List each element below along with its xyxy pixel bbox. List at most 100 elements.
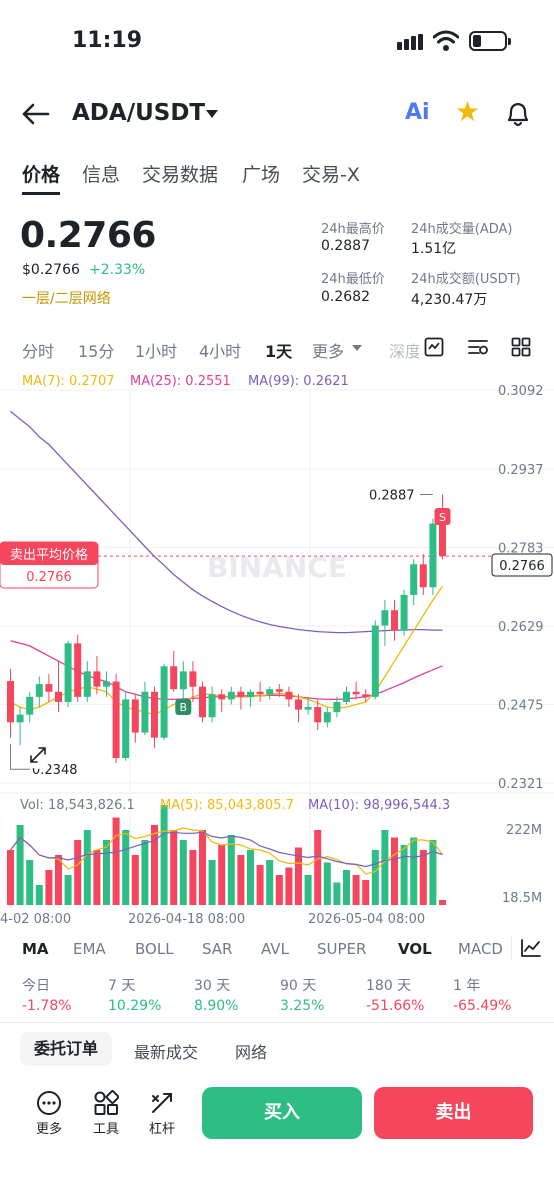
volume-bar [343,870,350,905]
candle-body [266,689,274,695]
tools-icon [94,1090,119,1115]
pair-dropdown-icon[interactable] [206,110,218,118]
x-label-3: 2026-05-04 08:00 [308,912,425,927]
interval-1d[interactable]: 1天 [265,338,292,362]
perf-value-1y: -65.49% [453,998,512,1014]
tab-trading-data[interactable]: 交易数据 [142,160,218,187]
volume-legend: Vol: 18,543,826.1 [20,798,135,813]
price-axis-label: 0.2321 [498,777,544,792]
tab-latest-trades[interactable]: 最新成交 [134,1039,198,1063]
volume-bar [131,855,139,905]
perf-label-1y: 1 年 [453,978,481,994]
indicator-ema[interactable]: EMA [73,940,106,958]
interval-4h[interactable]: 4小时 [199,338,241,362]
favorite-star-icon[interactable]: ★ [455,98,480,126]
candle-body [141,691,149,733]
pair-title[interactable]: ADA/USDT [72,100,205,126]
candle-body [103,681,110,687]
candle-body [275,689,283,692]
candle-body [151,691,158,738]
tab-square[interactable]: 广场 [242,160,280,187]
volume-bars [7,805,446,905]
ma7-legend: MA(7): 0.2707 [22,374,115,389]
tools-tool-label: 工具 [92,1122,119,1137]
interval-time[interactable]: 分时 [22,338,54,362]
candle-body [256,691,264,695]
chart-style-icon[interactable] [424,337,444,357]
volume-bar [112,817,120,905]
tab-trade-x[interactable]: 交易-X [302,160,360,187]
volume-bar [93,850,101,905]
sell-marker-label: S [439,511,446,524]
indicator-super[interactable]: SUPER [317,940,366,958]
tab-network[interactable]: 网络 [235,1039,267,1063]
tab-price[interactable]: 价格 [22,160,60,187]
volume-bar [35,885,43,905]
candle-body [237,691,245,697]
buy-button[interactable]: 买入 [202,1087,362,1139]
expand-icon[interactable] [24,741,52,769]
candle-body [391,610,398,631]
network-tag[interactable]: 一层/二层网络 [22,288,111,308]
perf-value-7d: 10.29% [108,998,162,1014]
volume-bar [439,900,446,905]
grid-layout-icon[interactable] [511,337,531,357]
change-percent: +2.33% [89,262,146,278]
indicator-avl[interactable]: AVL [261,940,289,958]
interval-more[interactable]: 更多 [312,338,344,362]
candle-body [26,696,34,715]
perf-value-30d: 8.90% [194,998,239,1014]
back-arrow-icon[interactable] [22,102,50,126]
wifi-icon [433,30,459,51]
candle-body [419,564,427,588]
volume-bar [141,840,149,905]
price-axis-label: 0.2475 [498,699,544,714]
candle-body [112,681,120,759]
ma99-legend: MA(99): 0.2621 [248,374,349,389]
signal-icon [397,34,423,50]
candle-body [400,594,408,631]
leverage-icon [152,1093,172,1113]
ai-icon[interactable]: Ai [405,100,430,125]
volume-bar [275,875,283,905]
volume-bar [74,840,82,905]
indicator-sar[interactable]: SAR [202,940,232,958]
current-price-value: 0.2766 [499,559,545,574]
indicator-boll[interactable]: BOLL [135,940,174,958]
volume-bar [122,830,130,905]
perf-label-90d: 90 天 [280,978,317,994]
candle-body [55,691,62,702]
candle-body [343,691,350,702]
indicator-macd[interactable]: MACD [458,940,506,958]
interval-depth[interactable]: 深度 [389,338,419,362]
indicator-settings-icon[interactable] [467,337,489,357]
volume-bar [208,860,216,905]
volume-bar [160,805,168,905]
tab-open-orders[interactable]: 委托订单 [20,1032,112,1066]
volume-bar [218,845,226,905]
stat-low-value: 0.2682 [321,289,370,305]
perf-value-today: -1.78% [22,998,72,1014]
price-axis: 0.30920.29370.27830.26290.24750.2321 [498,384,544,792]
bell-icon[interactable] [505,100,531,128]
indicator-chart-icon[interactable] [520,938,542,958]
leverage-tool[interactable]: 杠杆 [142,1090,182,1137]
tab-info[interactable]: 信息 [82,160,120,187]
leverage-tool-label: 杠杆 [148,1122,175,1137]
tools-tool[interactable]: 工具 [86,1090,126,1137]
interval-15m[interactable]: 15分 [78,338,114,362]
sell-button[interactable]: 卖出 [374,1087,533,1139]
more-tool[interactable]: 更多 [29,1090,69,1137]
indicator-ma[interactable]: MA [22,940,49,958]
indicator-vol[interactable]: VOL [398,940,432,958]
candle-body [131,699,139,733]
volume-bar [333,882,341,905]
volume-bar [391,837,398,905]
volume-bar [227,835,235,905]
candle-body [45,684,53,692]
candle-body [160,666,168,738]
volume-bar [352,875,360,905]
kline-chart[interactable]: 0.30920.29370.27830.26290.24750.2321 BIN… [0,365,554,930]
interval-1h[interactable]: 1小时 [135,338,177,362]
stat-amount-value: 4,230.47万 [411,292,488,308]
